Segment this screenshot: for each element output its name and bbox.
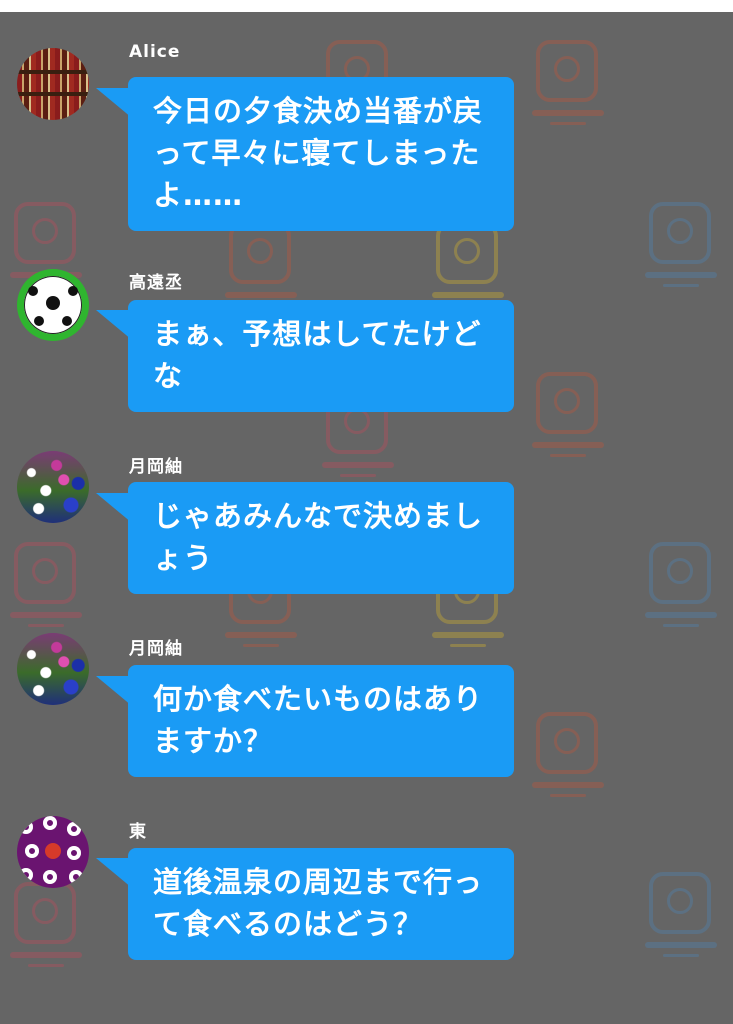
soccer-ball-icon xyxy=(24,276,82,334)
bubble-tail xyxy=(96,310,132,340)
soccer-ball-avatar-icon[interactable] xyxy=(17,269,89,341)
status-bar-strip xyxy=(0,0,733,12)
bubble-tail xyxy=(96,493,132,523)
chat-screen[interactable]: Alice 今日の夕食決め当番が戻って早々に寝てしまったよ…… 高遠丞 まぁ、予… xyxy=(0,12,733,1024)
background-stamp-winter xyxy=(645,872,717,968)
message-bubble[interactable]: 道後温泉の周辺まで行って食べるのはどう？ xyxy=(128,848,514,960)
message-bubble[interactable]: 何か食べたいものはありますか？ xyxy=(128,665,514,777)
background-stamp-spring xyxy=(10,882,82,978)
message-bubble[interactable]: まぁ、予想はしてたけどな xyxy=(128,300,514,412)
bubble-tail xyxy=(96,858,132,888)
message-bubble[interactable]: 今日の夕食決め当番が戻って早々に寝てしまったよ…… xyxy=(128,77,514,231)
flowers-avatar-icon[interactable] xyxy=(17,451,89,523)
bubble-tail xyxy=(96,88,132,118)
bookshelf-avatar-icon[interactable] xyxy=(17,48,89,120)
camellia-pattern-avatar-icon[interactable] xyxy=(17,816,89,888)
sender-name: 東 xyxy=(129,822,147,842)
background-stamp-spring xyxy=(10,542,82,638)
sender-name: 月岡紬 xyxy=(129,457,183,477)
background-stamp-autumn xyxy=(532,712,604,808)
bubble-tail xyxy=(96,676,132,706)
sender-name: 月岡紬 xyxy=(129,639,183,659)
background-stamp-autumn xyxy=(532,372,604,468)
sender-name: 高遠丞 xyxy=(129,273,183,293)
background-stamp-winter xyxy=(645,542,717,638)
background-stamp-autumn xyxy=(532,40,604,136)
message-bubble[interactable]: じゃあみんなで決めましょう xyxy=(128,482,514,594)
background-stamp-winter xyxy=(645,202,717,298)
flowers-avatar-icon[interactable] xyxy=(17,633,89,705)
sender-name: Alice xyxy=(129,42,181,62)
